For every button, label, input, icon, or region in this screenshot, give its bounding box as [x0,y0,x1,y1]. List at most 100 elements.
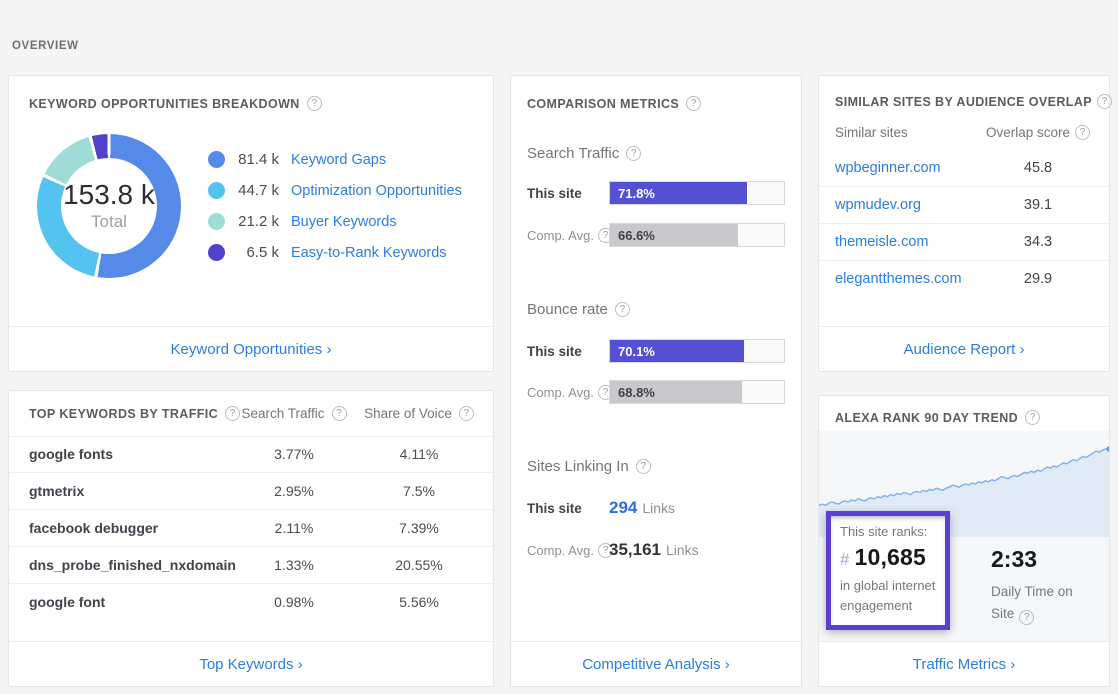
stat-label: This site [527,501,609,516]
metric-bar-row: Comp. Avg. 68.8% [527,380,785,404]
daily-time-caption: Daily Time on Site [991,581,1095,625]
table-subheader: Similar sites Overlap score [819,118,1109,146]
help-icon[interactable] [1025,410,1040,425]
bar-value: 66.6% [610,228,655,243]
share-of-voice-cell: 5.56% [349,584,489,620]
stat-value: 294 Links [609,498,675,518]
table-row: google fonts 3.77% 4.11% [9,436,493,473]
page-title: OVERVIEW [12,40,79,52]
help-icon[interactable] [686,96,701,111]
share-of-voice-cell: 20.55% [349,547,489,583]
table-row: wpbeginner.com 45.8 [819,150,1109,187]
card-footer: Audience Report › [819,326,1109,371]
bar-track: 71.8% [609,181,785,205]
bar-fill: 71.8% [610,182,747,204]
card-footer: Keyword Opportunities › [9,326,493,371]
card-title: SIMILAR SITES BY AUDIENCE OVERLAP [835,94,1112,109]
bar-track: 68.8% [609,380,785,404]
help-icon[interactable] [1075,125,1090,140]
help-icon[interactable] [636,459,651,474]
help-icon[interactable] [307,96,322,111]
sites-linking-row: This site 294 Links [527,496,785,520]
legend-item: 21.2 k Buyer Keywords [208,206,462,237]
legend-link[interactable]: Buyer Keywords [291,214,397,230]
card-footer: Traffic Metrics › [819,641,1109,686]
legend-link[interactable]: Keyword Gaps [291,152,386,168]
help-icon[interactable] [1019,610,1034,625]
card-title: ALEXA RANK 90 DAY TREND [835,410,1040,425]
help-icon[interactable] [626,146,641,161]
bar-label: Comp. Avg. [527,228,609,243]
legend-link[interactable]: Optimization Opportunities [291,183,462,199]
card-title-text: COMPARISON METRICS [527,97,679,111]
help-icon[interactable] [1097,94,1112,109]
bar-label: Comp. Avg. [527,385,609,400]
rank-value: 10,685 [854,544,926,571]
keyword-cell: google fonts [29,436,113,472]
donut-total-value: 153.8 k [63,180,155,211]
legend-item: 6.5 k Easy-to-Rank Keywords [208,237,462,268]
legend-dot-icon [208,244,225,261]
bounce-rate-section-label: Bounce rate [527,301,630,318]
legend-item: 44.7 k Optimization Opportunities [208,175,462,206]
links-count-link[interactable]: 294 [609,498,637,518]
top-keywords-link[interactable]: Top Keywords › [199,656,302,673]
help-icon[interactable] [615,302,630,317]
card-title: COMPARISON METRICS [527,96,701,111]
top-keywords-card: TOP KEYWORDS BY TRAFFIC Search Traffic S… [8,390,494,687]
share-of-voice-cell: 7.5% [349,473,489,509]
bar-fill: 68.8% [610,381,742,403]
stat-label: Comp. Avg. [527,543,609,558]
rank-caption: in global internet engagement [840,576,940,616]
site-link[interactable]: wpbeginner.com [835,150,941,186]
keyword-opportunities-link[interactable]: Keyword Opportunities › [171,341,332,358]
search-traffic-section-label: Search Traffic [527,145,641,162]
legend-value: 81.4 k [233,151,279,168]
keyword-cell: gtmetrix [29,473,84,509]
card-footer: Competitive Analysis › [511,641,801,686]
help-icon[interactable] [332,406,347,421]
bar-track: 66.6% [609,223,785,247]
overview-page: { "page": { "label": "OVERVIEW" }, "colo… [0,0,1118,694]
legend-dot-icon [208,213,225,230]
bar-value: 71.8% [610,186,655,201]
card-title-text: TOP KEYWORDS BY TRAFFIC [29,407,218,421]
daily-time-block: 2:33 Daily Time on Site [991,546,1095,625]
keyword-donut-chart: 153.8 k Total [37,134,181,278]
card-title-text: ALEXA RANK 90 DAY TREND [835,411,1018,425]
overlap-score: 29.9 [967,261,1109,297]
competitive-analysis-link[interactable]: Competitive Analysis › [582,656,730,673]
table-row: dns_probe_finished_nxdomain 1.33% 20.55% [9,547,493,584]
daily-time-value: 2:33 [991,546,1095,573]
card-title: KEYWORD OPPORTUNITIES BREAKDOWN [29,96,322,111]
column-header-share-of-voice: Share of Voice [349,391,489,436]
comparison-metrics-card: COMPARISON METRICS Search Traffic This s… [510,75,802,687]
keyword-cell: facebook debugger [29,510,158,546]
stat-value: 35,161 Links [609,540,699,560]
legend-dot-icon [208,182,225,199]
audience-report-link[interactable]: Audience Report › [904,341,1025,358]
keyword-cell: dns_probe_finished_nxdomain [29,547,236,583]
rank-highlight-box: This site ranks: # 10,685 in global inte… [826,511,950,630]
site-link[interactable]: wpmudev.org [835,187,921,223]
legend-link[interactable]: Easy-to-Rank Keywords [291,245,447,261]
bar-track: 70.1% [609,339,785,363]
help-icon[interactable] [459,406,474,421]
similar-sites-card: SIMILAR SITES BY AUDIENCE OVERLAP Simila… [818,75,1110,372]
overlap-score: 45.8 [967,150,1109,186]
keyword-cell: google font [29,584,105,620]
share-of-voice-cell: 7.39% [349,510,489,546]
site-link[interactable]: elegantthemes.com [835,261,962,297]
table-row: elegantthemes.com 29.9 [819,261,1109,297]
legend-dot-icon [208,151,225,168]
legend-value: 44.7 k [233,182,279,199]
site-link[interactable]: themeisle.com [835,224,928,260]
share-of-voice-cell: 4.11% [349,436,489,472]
traffic-metrics-link[interactable]: Traffic Metrics › [913,656,1016,673]
rank-intro: This site ranks: [840,524,936,539]
donut-center: 153.8 k Total [61,158,157,254]
bar-fill: 66.6% [610,224,738,246]
metric-bar-row: Comp. Avg. 66.6% [527,223,785,247]
table-row: gtmetrix 2.95% 7.5% [9,473,493,510]
table-body: google fonts 3.77% 4.11% gtmetrix 2.95% … [9,436,493,620]
